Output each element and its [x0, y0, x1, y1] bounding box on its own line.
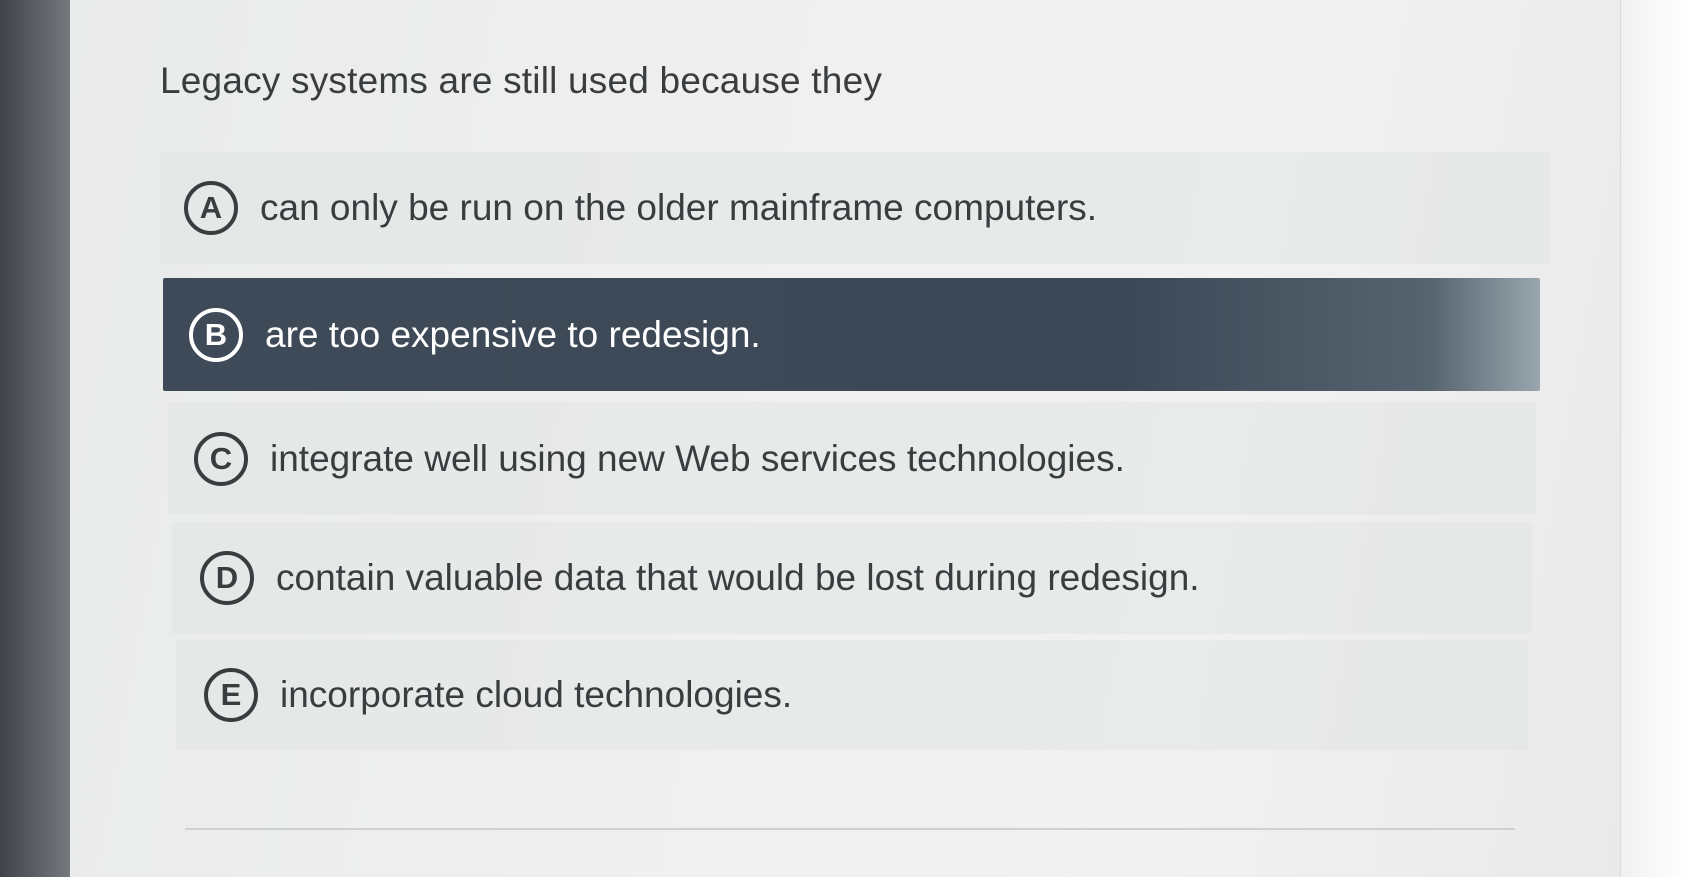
option-text-d: contain valuable data that would be lost…	[276, 557, 1200, 598]
option-letter-b: B	[189, 307, 243, 362]
question-text: Legacy systems are still used because th…	[160, 60, 883, 101]
option-letter-c: C	[194, 431, 248, 486]
option-d[interactable]: D contain valuable data that would be lo…	[172, 522, 1532, 634]
option-c[interactable]: C integrate well using new Web services …	[168, 402, 1536, 515]
option-a[interactable]: A can only be run on the older mainframe…	[160, 152, 1550, 264]
option-text-a: can only be run on the older mainframe c…	[260, 187, 1098, 228]
option-e[interactable]: E incorporate cloud technologies.	[176, 640, 1528, 750]
option-letter-d: D	[200, 551, 254, 605]
option-text-c: integrate well using new Web services te…	[270, 437, 1125, 479]
option-text-b: are too expensive to redesign.	[265, 313, 761, 355]
divider	[185, 828, 1515, 830]
option-b[interactable]: B are too expensive to redesign.	[163, 278, 1540, 391]
option-letter-a: A	[184, 181, 238, 235]
page-right-edge	[1620, 0, 1691, 877]
option-text-e: incorporate cloud technologies.	[280, 674, 793, 715]
option-letter-e: E	[204, 668, 258, 722]
